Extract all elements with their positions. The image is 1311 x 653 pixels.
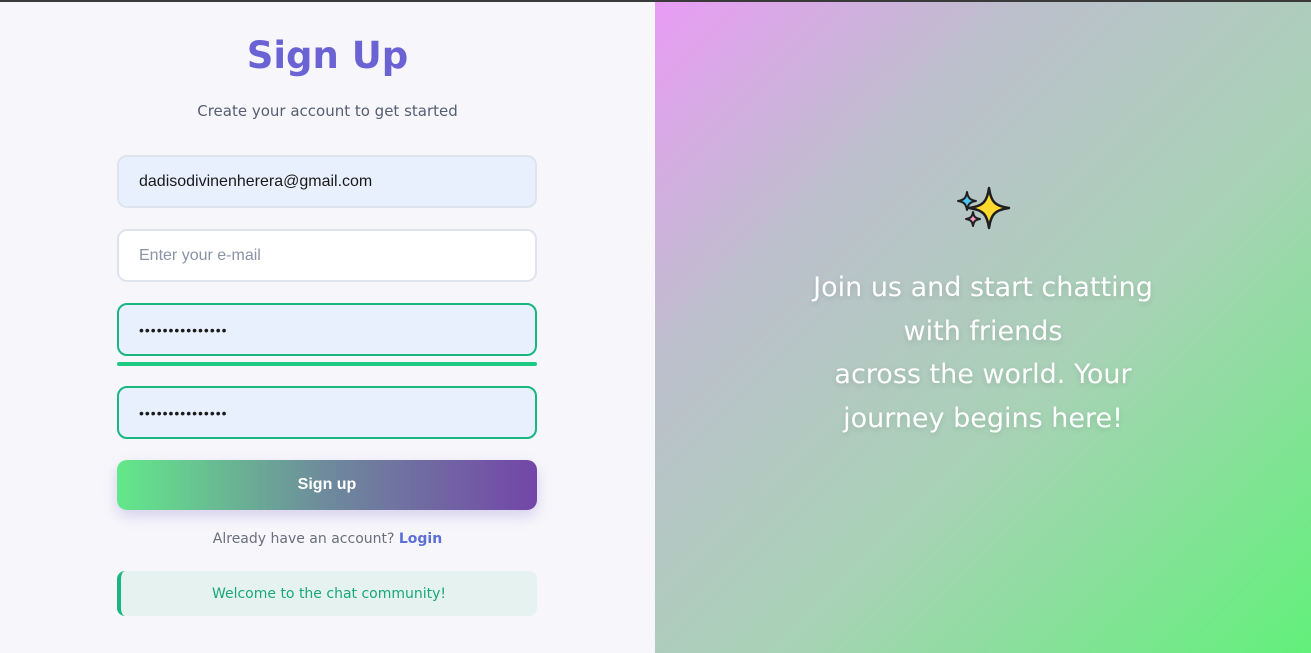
confirm-password-value: ••••••••••••••• xyxy=(139,404,228,421)
username-value: dadisodivinenherera@gmail.com xyxy=(139,172,373,190)
signup-button[interactable]: Sign up xyxy=(117,460,537,510)
welcome-notice-text: Welcome to the chat community! xyxy=(211,585,447,602)
welcome-notice: Welcome to the chat community! xyxy=(117,571,537,616)
hero-panel: Join us and start chatting with friends … xyxy=(655,0,1311,653)
window-top-border xyxy=(0,0,1311,2)
hero-tagline-line: across the world. Your xyxy=(834,359,1132,390)
hero-tagline-line: journey begins here! xyxy=(843,402,1123,434)
login-link[interactable]: Login xyxy=(399,531,442,547)
confirm-password-field[interactable]: ••••••••••••••• xyxy=(117,386,537,439)
page-subtitle: Create your account to get started xyxy=(197,102,458,120)
login-prompt-text: Already have an account? xyxy=(212,531,395,547)
email-placeholder: Enter your e-mail xyxy=(139,246,261,264)
signup-panel: Sign Up Create your account to get start… xyxy=(0,0,655,653)
password-strength-bar xyxy=(117,362,537,366)
email-field[interactable]: Enter your e-mail xyxy=(117,229,537,282)
sparkles-icon xyxy=(957,186,1011,230)
password-value: ••••••••••••••• xyxy=(139,321,228,338)
hero-tagline: Join us and start chatting with friends … xyxy=(783,266,1183,440)
signup-page: Sign Up Create your account to get start… xyxy=(0,0,1311,653)
hero-tagline-line: with friends xyxy=(903,315,1063,347)
page-title: Sign Up xyxy=(246,34,409,77)
password-field[interactable]: ••••••••••••••• xyxy=(117,303,537,356)
hero-tagline-line: Join us and start chatting xyxy=(813,272,1153,303)
username-field[interactable]: dadisodivinenherera@gmail.com xyxy=(117,155,537,208)
login-prompt-line: Already have an account? Login xyxy=(0,531,655,547)
